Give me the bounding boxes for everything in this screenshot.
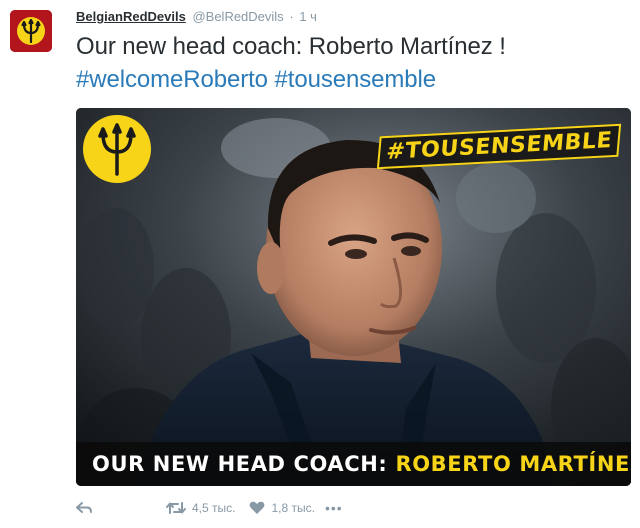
trident-crest-icon — [10, 10, 52, 52]
favorite-count: 1,8 тыс. — [271, 501, 315, 515]
reply-icon — [76, 502, 92, 513]
account-username[interactable]: @BelRedDevils — [192, 9, 283, 24]
avatar[interactable] — [10, 10, 52, 52]
caption-yellow: ROBERTO MARTÍNEZ — [395, 452, 631, 476]
more-button[interactable]: ••• — [325, 500, 343, 516]
favorite-button[interactable]: 1,8 тыс. — [249, 501, 315, 515]
tweet-hashtags: #welcomeRoberto #tousensemble — [76, 63, 506, 96]
tweet-header: BelgianRedDevils @BelRedDevils · 1 ч — [76, 8, 317, 26]
tweet-photo[interactable]: #TOUSENSEMBLE OUR NEW HEAD COACH: ROBERT… — [76, 108, 631, 486]
reply-button[interactable] — [76, 501, 96, 515]
caption-white: OUR NEW HEAD COACH: — [92, 452, 388, 476]
tweet-timestamp[interactable]: 1 ч — [299, 9, 317, 24]
tweet-actions: 4,5 тыс. 1,8 тыс. ••• — [76, 496, 343, 520]
tweet-text: Our new head coach: Roberto Martínez ! #… — [76, 30, 506, 96]
tousensemble-badge: #TOUSENSEMBLE — [373, 123, 625, 169]
retweet-button[interactable]: 4,5 тыс. — [166, 501, 235, 515]
account-fullname[interactable]: BelgianRedDevils — [76, 9, 186, 24]
trident-logo-icon — [83, 115, 151, 183]
retweet-icon — [166, 502, 186, 514]
more-dots-icon: ••• — [324, 500, 343, 516]
photo-caption: OUR NEW HEAD COACH: ROBERTO MARTÍNEZ — [76, 442, 631, 486]
hashtag-welcomeroberto[interactable]: #welcomeRoberto — [76, 66, 268, 93]
tweet-text-body: Our new head coach: Roberto Martínez ! — [76, 33, 506, 60]
retweet-count: 4,5 тыс. — [192, 501, 236, 515]
hashtag-tousensemble[interactable]: #tousensemble — [275, 66, 437, 93]
badge-text: #TOUSENSEMBLE — [376, 123, 622, 169]
heart-icon — [250, 501, 265, 514]
header-separator: · — [289, 9, 294, 24]
